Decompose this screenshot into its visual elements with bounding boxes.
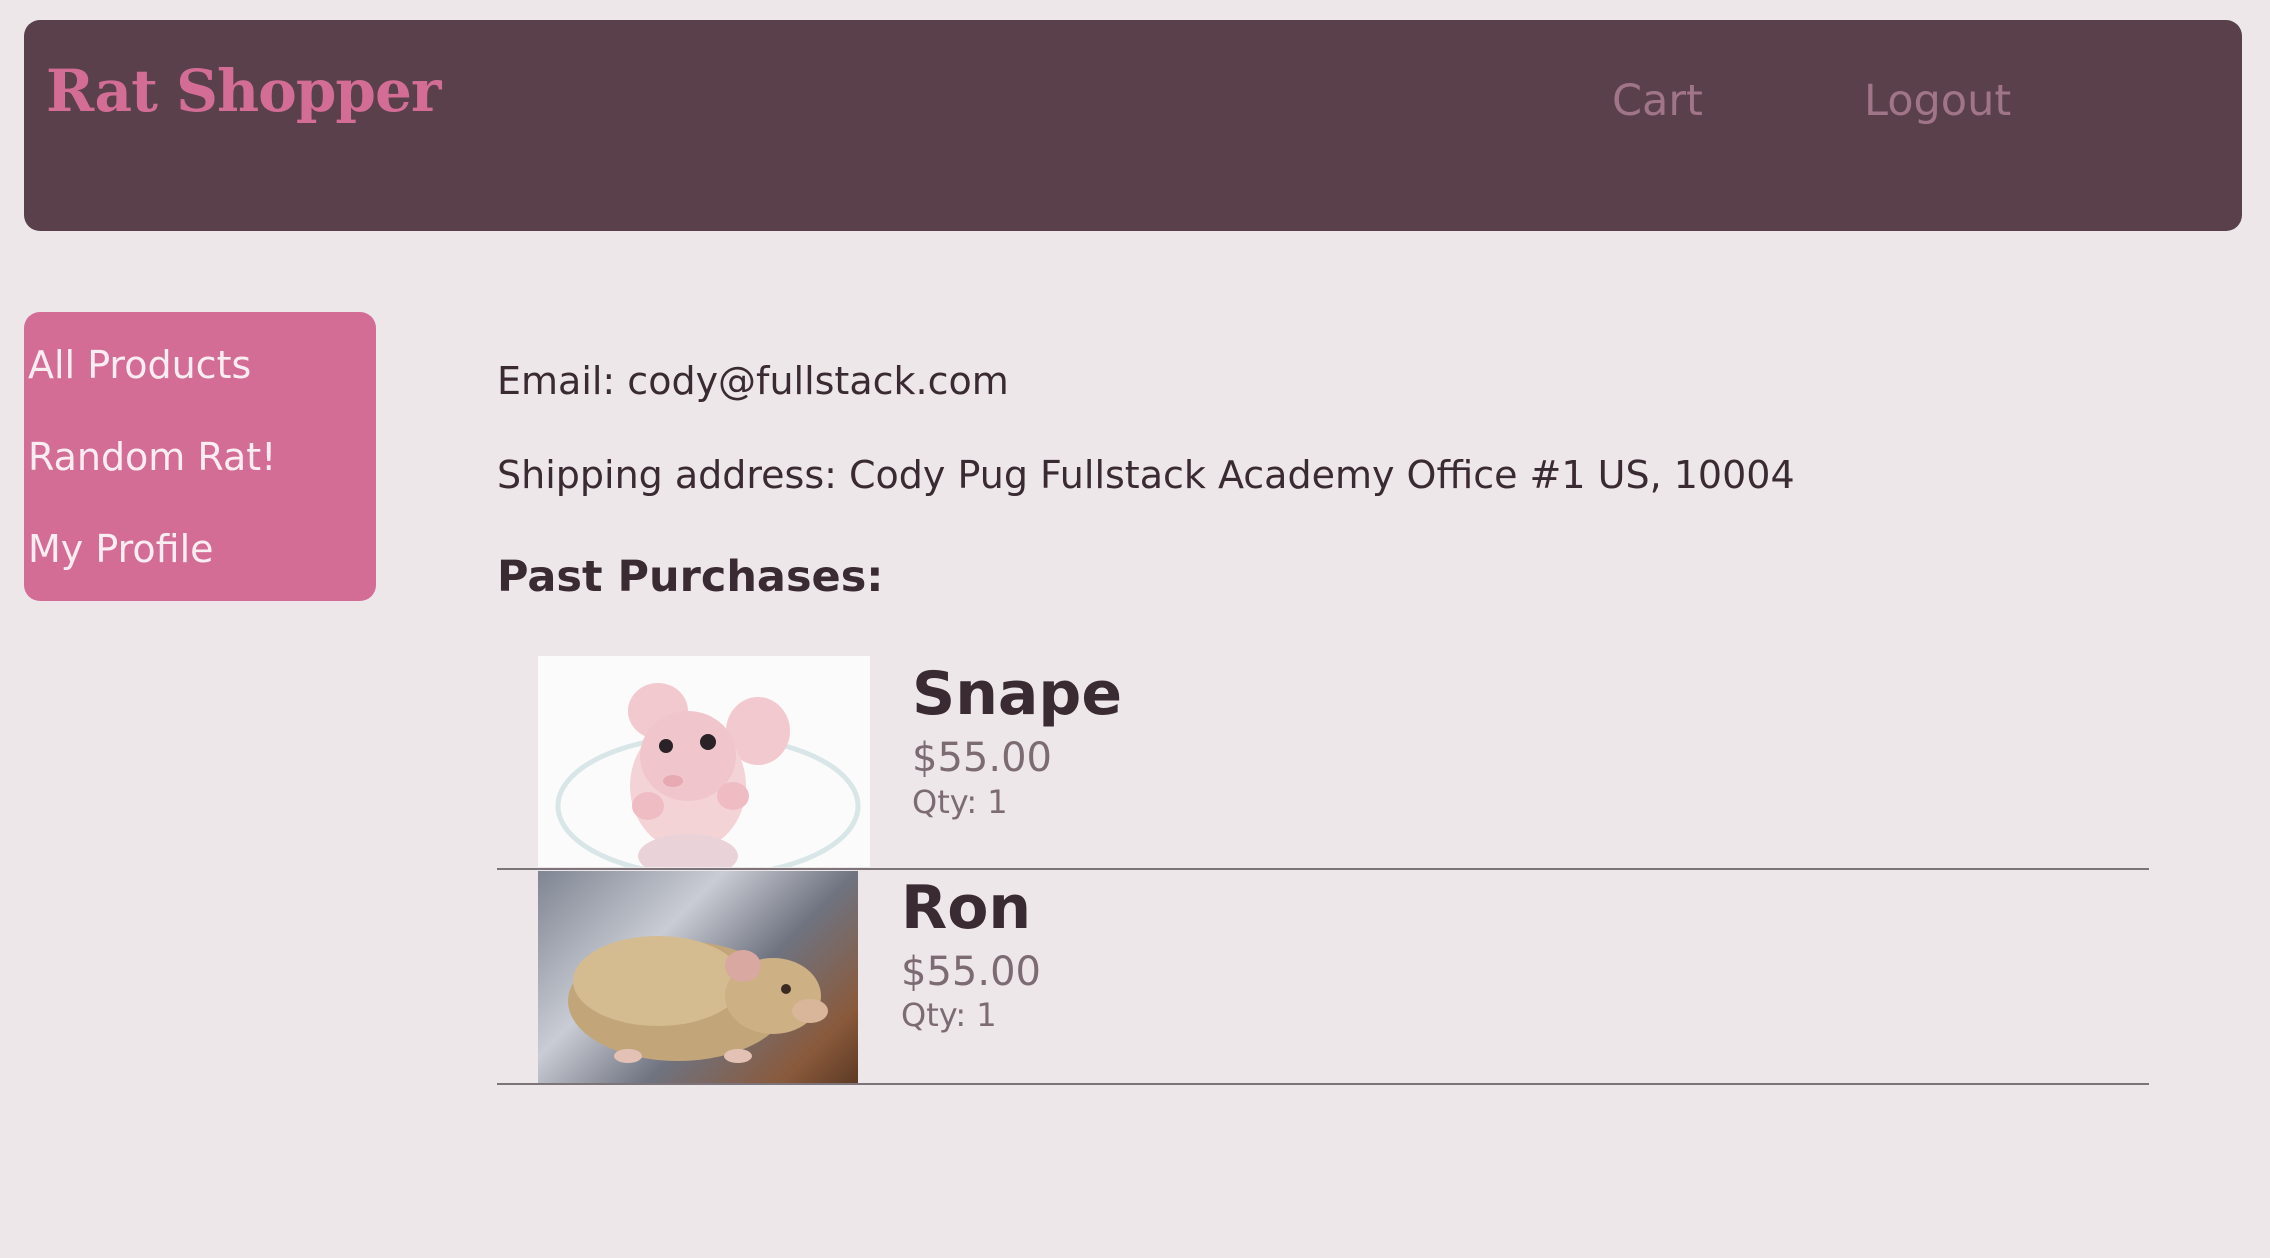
purchase-divider	[497, 1083, 2149, 1085]
tan-rat-illustration	[568, 936, 828, 1063]
nav-cart-link[interactable]: Cart	[1612, 80, 1703, 123]
product-quantity: Qty: 1	[901, 996, 997, 1034]
profile-email: Email: cody@fullstack.com	[497, 359, 1009, 403]
sidebar-item-all-products[interactable]: All Products	[28, 346, 251, 384]
product-image-snape	[538, 656, 870, 867]
site-logo[interactable]: Rat Shopper	[46, 62, 441, 120]
product-quantity: Qty: 1	[912, 783, 1008, 821]
sidebar-item-my-profile[interactable]: My Profile	[28, 530, 214, 568]
sidebar-item-random-rat[interactable]: Random Rat!	[28, 438, 276, 476]
product-name[interactable]: Snape	[912, 664, 1122, 724]
product-price: $55.00	[912, 735, 1052, 781]
product-image-ron	[538, 871, 858, 1084]
hairless-rat-illustration	[555, 683, 861, 867]
product-price: $55.00	[901, 949, 1041, 995]
profile-shipping-address: Shipping address: Cody Pug Fullstack Aca…	[497, 453, 1795, 497]
nav-logout-link[interactable]: Logout	[1864, 80, 2011, 123]
purchase-divider	[497, 868, 2149, 870]
product-name[interactable]: Ron	[901, 878, 1031, 938]
past-purchases-heading: Past Purchases:	[497, 552, 884, 602]
